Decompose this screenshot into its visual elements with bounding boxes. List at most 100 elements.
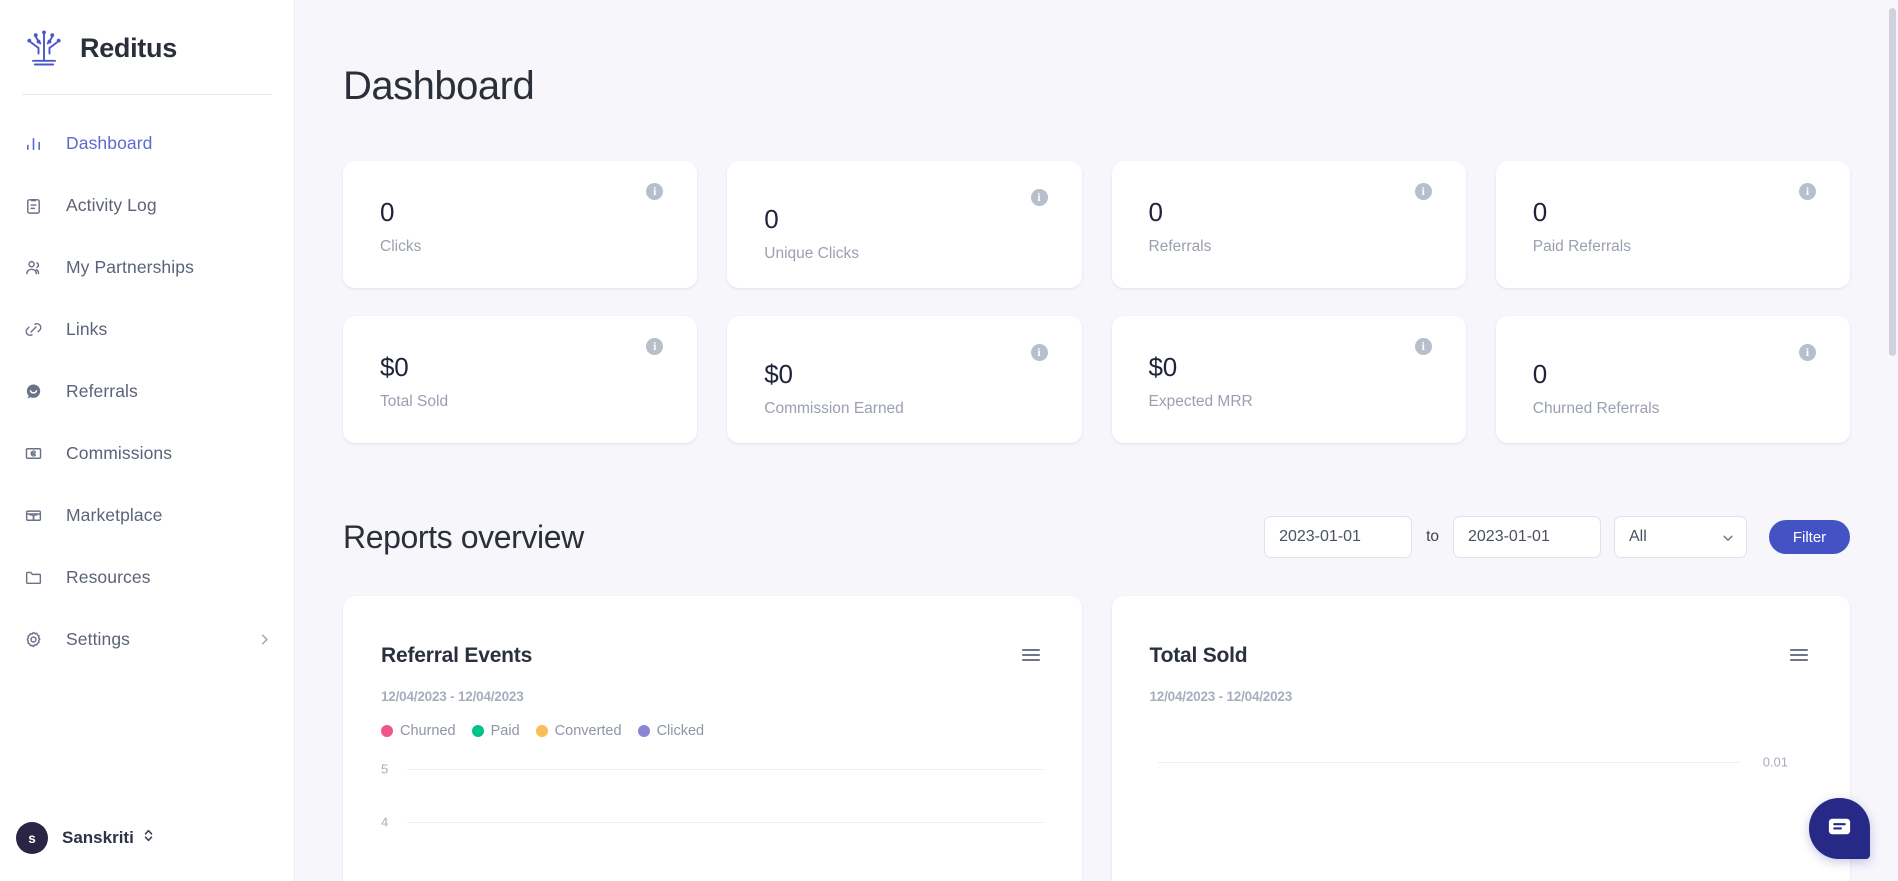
info-icon[interactable]: i xyxy=(1799,183,1816,200)
sidebar-item-label: Links xyxy=(66,318,108,339)
gridline xyxy=(407,769,1044,770)
stat-label: Expected MRR xyxy=(1148,393,1253,410)
stat-card: $0 Expected MRR i xyxy=(1111,316,1466,443)
stat-value: $0 xyxy=(380,352,409,382)
report-type-select-wrap: All xyxy=(1614,516,1747,558)
info-icon[interactable]: i xyxy=(1414,338,1432,355)
info-icon[interactable]: i xyxy=(646,183,664,200)
legend-item-paid[interactable]: Paid xyxy=(471,723,520,739)
legend-item-churned[interactable]: Churned xyxy=(381,723,456,739)
main-content: Dashboard 0 Clicks i 0 Unique Clicks i 0… xyxy=(295,0,1898,881)
chevron-up-down-icon xyxy=(142,827,155,849)
chart-legend: Churned Paid Converted Clicked xyxy=(381,723,1044,739)
charts-row: Referral Events 12/04/2023 - 12/04/2023 … xyxy=(343,596,1850,881)
sidebar-item-settings[interactable]: Settings xyxy=(0,617,294,661)
stat-label: Unique Clicks xyxy=(764,245,860,262)
stats-row-secondary: $0 Total Sold i $0 Commission Earned i $… xyxy=(343,316,1850,443)
info-icon[interactable]: i xyxy=(1799,344,1816,361)
legend-color-swatch xyxy=(535,725,548,737)
user-name: Sanskriti xyxy=(62,828,134,847)
info-icon[interactable]: i xyxy=(646,338,664,355)
legend-color-swatch xyxy=(471,725,484,737)
avatar: s xyxy=(16,822,48,854)
hamburger-menu-icon[interactable] xyxy=(1018,644,1044,671)
tree-logo-icon xyxy=(22,26,66,70)
stat-card: $0 Commission Earned i xyxy=(727,316,1082,443)
sidebar-item-label: Referrals xyxy=(66,380,138,401)
sidebar-item-referrals[interactable]: Referrals xyxy=(0,369,294,413)
sidebar-item-commissions[interactable]: Commissions xyxy=(0,431,294,475)
legend-label: Churned xyxy=(400,723,456,739)
legend-label: Clicked xyxy=(656,723,705,739)
scrollbar-thumb[interactable] xyxy=(1889,8,1896,356)
date-to-input[interactable] xyxy=(1453,516,1601,558)
report-type-select[interactable]: All xyxy=(1614,516,1747,558)
sidebar-divider xyxy=(22,94,272,95)
sidebar-item-label: Dashboard xyxy=(66,132,153,153)
sidebar-nav: Dashboard Activity Log My Partnerships L… xyxy=(0,121,294,679)
stat-label: Referrals xyxy=(1148,238,1212,255)
legend-item-clicked[interactable]: Clicked xyxy=(637,723,705,739)
info-icon[interactable]: i xyxy=(1030,189,1048,206)
chart-date-range: 12/04/2023 - 12/04/2023 xyxy=(1149,689,1293,704)
page-scrollbar[interactable] xyxy=(1887,0,1898,881)
stat-card: 0 Clicks i xyxy=(343,161,698,288)
sidebar-item-label: Settings xyxy=(66,628,131,649)
chat-widget-button[interactable] xyxy=(1809,798,1870,859)
brand[interactable]: Reditus xyxy=(0,0,294,72)
legend-color-swatch xyxy=(381,725,393,737)
info-icon[interactable]: i xyxy=(1030,344,1048,361)
app-root: Reditus Dashboard Activity Log My Partne… xyxy=(0,0,1898,881)
brand-name: Reditus xyxy=(80,32,177,63)
sidebar-item-resources[interactable]: Resources xyxy=(0,555,294,599)
stat-value: 0 xyxy=(380,197,395,227)
chart-card-referral-events: Referral Events 12/04/2023 - 12/04/2023 … xyxy=(343,596,1082,881)
sidebar-item-label: Commissions xyxy=(66,442,173,463)
sidebar-item-label: Marketplace xyxy=(66,504,163,525)
y-axis-tick: 4 xyxy=(381,814,389,830)
sidebar-item-label: Activity Log xyxy=(66,194,157,215)
sidebar-item-my-partnerships[interactable]: My Partnerships xyxy=(0,245,294,289)
stat-value: $0 xyxy=(764,359,793,389)
info-icon[interactable]: i xyxy=(1414,183,1432,200)
legend-item-converted[interactable]: Converted xyxy=(535,723,622,739)
sidebar-item-marketplace[interactable]: Marketplace xyxy=(0,493,294,537)
stat-value: $0 xyxy=(1148,352,1178,382)
sidebar-item-label: My Partnerships xyxy=(66,256,194,277)
chart-header: Referral Events xyxy=(381,644,1044,671)
sidebar-item-dashboard[interactable]: Dashboard xyxy=(0,121,294,165)
chart-date-range: 12/04/2023 - 12/04/2023 xyxy=(381,689,524,704)
stat-card: 0 Unique Clicks i xyxy=(727,161,1082,288)
chart-title: Total Sold xyxy=(1149,644,1248,667)
sidebar-item-activity-log[interactable]: Activity Log xyxy=(0,183,294,227)
user-profile-switcher[interactable]: s Sanskriti xyxy=(0,795,294,881)
report-filters: to All Filter xyxy=(1264,516,1850,558)
sidebar-item-label: Resources xyxy=(66,566,151,587)
euro-card-icon xyxy=(22,442,44,464)
chat-bubble-icon xyxy=(1826,813,1853,845)
stat-value: 0 xyxy=(1532,359,1548,389)
date-from-input[interactable] xyxy=(1264,516,1413,558)
clipboard-icon xyxy=(22,194,44,216)
stat-card: 0 Churned Referrals i xyxy=(1495,316,1850,443)
filter-button[interactable]: Filter xyxy=(1769,520,1850,554)
chart-plot-area: 5 4 xyxy=(381,757,1044,867)
date-range-separator: to xyxy=(1426,528,1439,545)
stat-card: 0 Referrals i xyxy=(1111,161,1466,288)
chat-circle-icon xyxy=(22,380,44,402)
legend-color-swatch xyxy=(637,725,650,737)
hamburger-menu-icon[interactable] xyxy=(1786,644,1812,671)
users-icon xyxy=(22,256,44,278)
gear-icon xyxy=(22,628,44,650)
gridline xyxy=(1157,762,1740,763)
stat-label: Commission Earned xyxy=(764,400,904,417)
sidebar-item-links[interactable]: Links xyxy=(0,307,294,351)
page-title: Dashboard xyxy=(343,64,535,108)
stat-value: 0 xyxy=(1148,197,1163,227)
stat-card: 0 Paid Referrals i xyxy=(1495,161,1850,288)
reports-title: Reports overview xyxy=(343,518,584,555)
sidebar: Reditus Dashboard Activity Log My Partne… xyxy=(0,0,295,881)
stat-label: Paid Referrals xyxy=(1532,238,1631,255)
stat-label: Total Sold xyxy=(380,393,449,410)
stat-card: $0 Total Sold i xyxy=(343,316,698,443)
